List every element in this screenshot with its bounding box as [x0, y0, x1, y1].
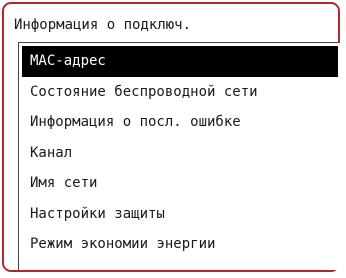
menu-item-channel[interactable]: Канал [22, 138, 338, 169]
menu-list: МАС-адрес Состояние беспроводной сети Ин… [22, 46, 338, 260]
menu-item-last-error-info[interactable]: Информация о посл. ошибке [22, 107, 338, 138]
menu-item-mac-address[interactable]: МАС-адрес [22, 46, 338, 77]
screen-title: Информация о подключ. [14, 17, 192, 33]
menu-item-power-save-mode[interactable]: Режим экономии энергии [22, 229, 338, 260]
menu-item-wireless-status[interactable]: Состояние беспроводной сети [22, 77, 338, 108]
menu-item-security-settings[interactable]: Настройки защиты [22, 199, 338, 230]
display-frame: Информация о подключ. МАС-адрес Состояни… [2, 2, 340, 272]
menu-panel: МАС-адрес Состояние беспроводной сети Ин… [18, 42, 340, 270]
menu-item-network-name[interactable]: Имя сети [22, 168, 338, 199]
